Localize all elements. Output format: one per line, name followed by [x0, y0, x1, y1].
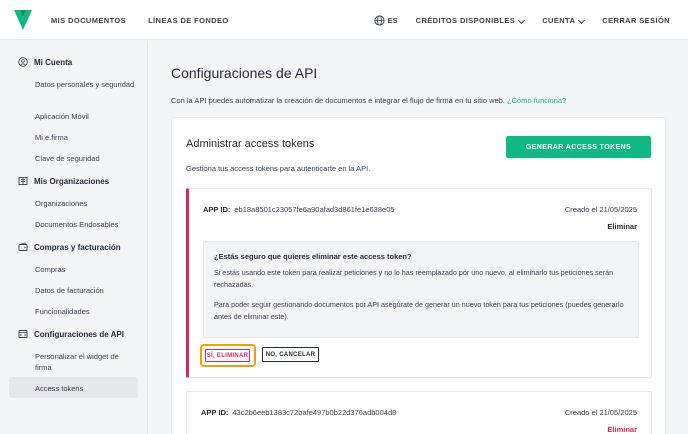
sidebar-section-api[interactable]: Configuraciones de API — [18, 329, 124, 339]
token-created-date: Creado el 21/05/2025 — [564, 205, 637, 214]
page-title: Configuraciones de API — [171, 65, 318, 81]
confirmation-warning: Si estás usando este token para realizar… — [214, 268, 614, 289]
chevron-down-icon — [578, 16, 586, 24]
token-delete-link[interactable]: Eliminar — [607, 425, 637, 434]
confirmation-advice: Para poder seguir gestionando documentos… — [214, 300, 624, 321]
confirm-delete-focus-ring: SÍ, ELIMINAR — [200, 344, 256, 367]
confirmation-question: ¿Estás seguro que quieres eliminar este … — [214, 252, 412, 261]
nav-cerrar-sesion[interactable]: CERRAR SESIÓN — [602, 16, 670, 25]
sidebar-item-documentos-endosables[interactable]: Documentos Endosables — [35, 219, 135, 230]
sidebar-item-mi-efirma[interactable]: Mi e.firma — [35, 132, 135, 143]
sidebar-item-datos-personales[interactable]: Datos personales y seguridad — [35, 79, 135, 90]
como-funciona-link[interactable]: ¿Cómo funciona? — [507, 96, 566, 105]
user-circle-icon — [18, 57, 28, 67]
sidebar-section-mi-cuenta[interactable]: Mi Cuenta — [18, 57, 72, 67]
token-item: APP ID: 43c2b6eeb1383c72bafe497b0b22d376a… — [186, 391, 652, 434]
brand-logo-icon[interactable] — [14, 10, 32, 30]
nav-lineas-de-fondeo[interactable]: LÍNEAS DE FONDEO — [148, 16, 229, 25]
language-label: ES — [387, 15, 398, 25]
app-id-label: APP ID: — [201, 408, 229, 417]
account-label: CUENTA — [542, 15, 576, 25]
app-id-value: 43c2b6eeb1383c72bafe497b0b22d376adb004d8 — [232, 408, 397, 417]
sidebar-item-organizaciones[interactable]: Organizaciones — [35, 198, 135, 209]
sidebar-section-label: Mi Cuenta — [34, 57, 73, 67]
sidebar-item-personalizar-widget[interactable]: Personalizar el widget de firma — [35, 351, 135, 373]
nav-cuenta[interactable]: CUENTA — [542, 15, 586, 25]
delete-confirmation-box: ¿Estás seguro que quieres eliminar este … — [203, 241, 639, 338]
intro-description: Con la API puedes automatizar la creació… — [171, 96, 505, 105]
app-id-label: APP ID: — [203, 205, 231, 214]
generate-access-tokens-button[interactable]: GENERAR ACCESS TOKENS — [506, 136, 651, 158]
top-navbar: MIS DOCUMENTOS LÍNEAS DE FONDEO ES CRÉDI… — [0, 0, 688, 40]
wallet-icon — [18, 242, 28, 251]
token-item: APP ID: eb18a8501c23057fe6a90afad3d861fe1… — [186, 188, 652, 378]
credits-label: CRÉDITOS DISPONIBLES — [415, 15, 516, 25]
token-created-date: Creado el 21/05/2025 — [564, 408, 637, 417]
confirm-delete-button[interactable]: SÍ, ELIMINAR — [205, 349, 250, 362]
sidebar: Mi Cuenta Datos personales y seguridad A… — [0, 41, 148, 434]
api-window-icon — [18, 330, 28, 338]
sidebar-section-label: Configuraciones de API — [34, 329, 124, 339]
sidebar-section-compras[interactable]: Compras y facturación — [18, 242, 121, 252]
sidebar-section-label: Mis Organizaciones — [34, 176, 110, 186]
token-delete-link[interactable]: Eliminar — [607, 222, 637, 231]
intro-text: Con la API puedes automatizar la creació… — [171, 96, 566, 105]
nav-creditos-disponibles[interactable]: CRÉDITOS DISPONIBLES — [415, 15, 526, 25]
cancel-delete-button[interactable]: NO, CANCELAR — [262, 347, 319, 362]
card-subtitle: Gestiona tus access tokens para autentic… — [186, 164, 371, 173]
token-app-id: APP ID: 43c2b6eeb1383c72bafe497b0b22d376a… — [201, 408, 396, 417]
sidebar-item-clave-seguridad[interactable]: Clave de seguridad — [35, 153, 135, 164]
app-id-value: eb18a8501c23057fe6a90afad3d861fe1e638e05 — [234, 205, 395, 214]
globe-icon — [374, 14, 385, 26]
building-icon — [18, 177, 28, 185]
access-tokens-card: Administrar access tokens GENERAR ACCESS… — [171, 117, 666, 434]
language-selector[interactable]: ES — [374, 14, 398, 26]
nav-mis-documentos[interactable]: MIS DOCUMENTOS — [51, 16, 126, 25]
card-title: Administrar access tokens — [186, 138, 315, 150]
sidebar-section-organizaciones[interactable]: Mis Organizaciones — [18, 176, 109, 186]
chevron-down-icon — [518, 16, 526, 24]
sidebar-item-funcionalidades[interactable]: Funcionalidades — [35, 306, 135, 317]
sidebar-item-compras[interactable]: Compras — [35, 264, 135, 275]
sidebar-item-access-tokens[interactable]: Access tokens — [35, 383, 135, 394]
token-app-id: APP ID: eb18a8501c23057fe6a90afad3d861fe1… — [203, 205, 395, 214]
sidebar-item-datos-facturacion[interactable]: Datos de facturación — [35, 285, 135, 296]
sidebar-item-aplicacion-movil[interactable]: Aplicación Móvil — [35, 111, 135, 122]
sidebar-section-label: Compras y facturación — [34, 242, 121, 252]
